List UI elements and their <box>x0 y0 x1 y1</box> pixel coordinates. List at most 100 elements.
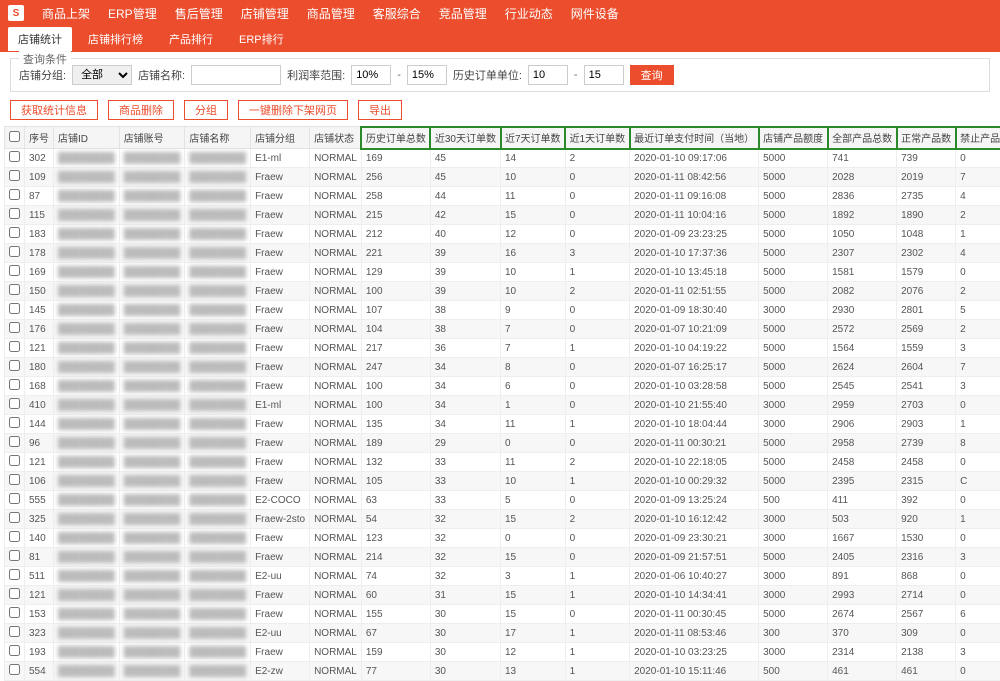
cell: ████████ <box>119 206 185 225</box>
nav-7[interactable]: 行业动态 <box>505 5 553 22</box>
row-checkbox[interactable] <box>9 208 20 219</box>
cell: Fraew <box>251 206 310 225</box>
col-3[interactable]: 店铺账号 <box>119 127 185 149</box>
nav-6[interactable]: 竞品管理 <box>439 5 487 22</box>
cell: 3 <box>956 643 1000 662</box>
col-7[interactable]: 历史订单总数 <box>361 127 430 149</box>
col-2[interactable]: 店铺ID <box>54 127 120 149</box>
btn-stats[interactable]: 获取统计信息 <box>10 100 98 120</box>
nav-3[interactable]: 店铺管理 <box>241 5 289 22</box>
range-a-input[interactable] <box>351 65 391 85</box>
cell: 38 <box>430 320 500 339</box>
row-checkbox[interactable] <box>9 265 20 276</box>
row-checkbox[interactable] <box>9 455 20 466</box>
row-checkbox[interactable] <box>9 607 20 618</box>
col-13[interactable]: 全部产品总数 <box>828 127 897 149</box>
cell: 8 <box>501 358 566 377</box>
cell: ████████ <box>54 567 120 586</box>
btn-delete[interactable]: 商品删除 <box>108 100 174 120</box>
cell: 2020-01-11 09:16:08 <box>630 187 759 206</box>
name-input[interactable] <box>191 65 281 85</box>
range-b-input[interactable] <box>407 65 447 85</box>
row-checkbox[interactable] <box>9 303 20 314</box>
cell: 2405 <box>828 548 897 567</box>
btn-export[interactable]: 导出 <box>358 100 402 120</box>
hist-a-input[interactable] <box>528 65 568 85</box>
cell: NORMAL <box>310 529 362 548</box>
cell: 140 <box>25 529 54 548</box>
cell: 2836 <box>828 187 897 206</box>
row-checkbox[interactable] <box>9 398 20 409</box>
row-checkbox[interactable] <box>9 151 20 162</box>
row-checkbox[interactable] <box>9 246 20 257</box>
btn-batch-off[interactable]: 一键删除下架网页 <box>238 100 348 120</box>
hist-b-input[interactable] <box>584 65 624 85</box>
row-checkbox[interactable] <box>9 341 20 352</box>
col-14[interactable]: 正常产品数 <box>897 127 956 149</box>
col-1[interactable]: 序号 <box>25 127 54 149</box>
cell: E2-uu <box>251 567 310 586</box>
query-button[interactable]: 查询 <box>630 65 674 85</box>
col-11[interactable]: 最近订单支付时间（当地） <box>630 127 759 149</box>
row-checkbox[interactable] <box>9 588 20 599</box>
cell: 153 <box>25 605 54 624</box>
cell: 34 <box>430 358 500 377</box>
col-9[interactable]: 近7天订单数 <box>501 127 566 149</box>
subtab-1[interactable]: 店铺排行榜 <box>78 27 153 51</box>
btn-group[interactable]: 分组 <box>184 100 228 120</box>
cell: E1-ml <box>251 149 310 168</box>
row-checkbox[interactable] <box>9 493 20 504</box>
row-checkbox[interactable] <box>9 512 20 523</box>
nav-5[interactable]: 客服综合 <box>373 5 421 22</box>
cell: NORMAL <box>310 624 362 643</box>
cell: Fraew <box>251 225 310 244</box>
row-checkbox[interactable] <box>9 550 20 561</box>
row-checkbox[interactable] <box>9 436 20 447</box>
row-checkbox[interactable] <box>9 664 20 675</box>
row-checkbox[interactable] <box>9 531 20 542</box>
cell: 555 <box>25 491 54 510</box>
row-checkbox[interactable] <box>9 474 20 485</box>
grp-select[interactable]: 全部 <box>72 65 132 85</box>
filter-title: 查询条件 <box>19 51 71 67</box>
row-checkbox[interactable] <box>9 189 20 200</box>
col-5[interactable]: 店铺分组 <box>251 127 310 149</box>
row-checkbox[interactable] <box>9 379 20 390</box>
col-8[interactable]: 近30天订单数 <box>430 127 500 149</box>
row-checkbox[interactable] <box>9 284 20 295</box>
col-15[interactable]: 禁止产品数 <box>956 127 1000 149</box>
row-checkbox[interactable] <box>9 626 20 637</box>
row-checkbox[interactable] <box>9 227 20 238</box>
col-6[interactable]: 店铺状态 <box>310 127 362 149</box>
cell: 1 <box>565 624 630 643</box>
subtab-0[interactable]: 店铺统计 <box>8 27 72 51</box>
col-12[interactable]: 店铺产品额度 <box>759 127 828 149</box>
row-checkbox[interactable] <box>9 322 20 333</box>
row-checkbox[interactable] <box>9 360 20 371</box>
cell: Fraew <box>251 529 310 548</box>
select-all-checkbox[interactable] <box>9 131 20 142</box>
col-0[interactable] <box>5 127 25 149</box>
cell: 739 <box>897 149 956 168</box>
cell: 258 <box>361 187 430 206</box>
table-row: 121████████████████████████FraewNORMAL21… <box>5 339 1000 358</box>
nav-2[interactable]: 售后管理 <box>175 5 223 22</box>
subtab-2[interactable]: 产品排行 <box>159 27 223 51</box>
row-checkbox[interactable] <box>9 569 20 580</box>
nav-0[interactable]: 商品上架 <box>42 5 90 22</box>
cell: ████████ <box>54 263 120 282</box>
table-row: 169████████████████████████FraewNORMAL12… <box>5 263 1000 282</box>
table-row: 109████████████████████████FraewNORMAL25… <box>5 168 1000 187</box>
table-row: 176████████████████████████FraewNORMAL10… <box>5 320 1000 339</box>
nav-1[interactable]: ERP管理 <box>108 5 157 22</box>
nav-4[interactable]: 商品管理 <box>307 5 355 22</box>
cell: ████████ <box>54 529 120 548</box>
subtab-3[interactable]: ERP排行 <box>229 27 294 51</box>
row-checkbox[interactable] <box>9 645 20 656</box>
nav-8[interactable]: 网件设备 <box>571 5 619 22</box>
col-4[interactable]: 店铺名称 <box>185 127 251 149</box>
row-checkbox[interactable] <box>9 417 20 428</box>
row-checkbox[interactable] <box>9 170 20 181</box>
col-10[interactable]: 近1天订单数 <box>565 127 630 149</box>
cell: 33 <box>430 491 500 510</box>
